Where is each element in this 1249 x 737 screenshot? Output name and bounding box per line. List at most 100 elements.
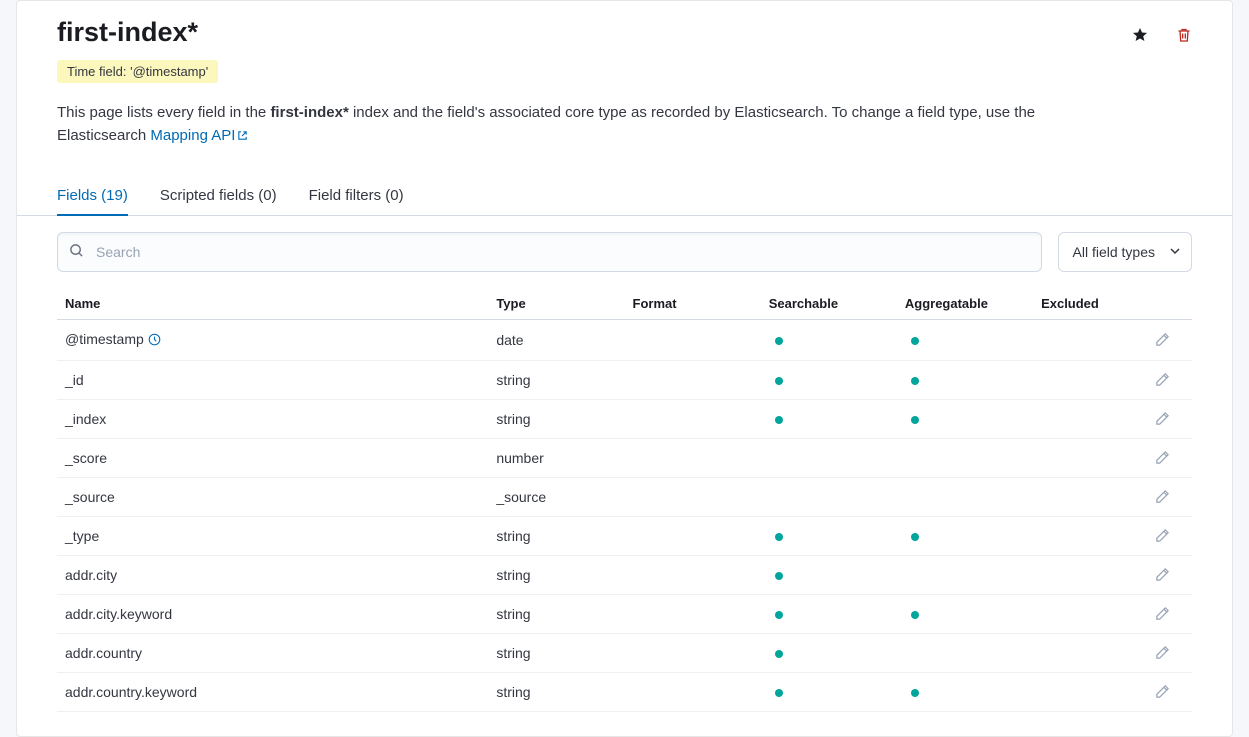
cell-aggregatable (897, 555, 1033, 594)
edit-field-button[interactable] (1155, 332, 1170, 347)
edit-field-button[interactable] (1155, 489, 1170, 504)
tabs: Fields (19) Scripted fields (0) Field filt… (17, 177, 1232, 216)
dot-icon (775, 611, 783, 619)
cell-name: addr.city (57, 555, 488, 594)
cell-searchable (761, 360, 897, 399)
cell-type: string (488, 555, 624, 594)
dot-icon (911, 377, 919, 385)
field-type-select[interactable]: All field types (1058, 232, 1192, 272)
cell-aggregatable (897, 399, 1033, 438)
time-field-badge: Time field: '@timestamp' (57, 60, 218, 83)
pencil-icon (1155, 372, 1170, 387)
col-format[interactable]: Format (625, 288, 761, 320)
cell-actions (1147, 516, 1192, 555)
pencil-icon (1155, 411, 1170, 426)
col-type[interactable]: Type (488, 288, 624, 320)
cell-type: string (488, 516, 624, 555)
table-row: _source_source (57, 477, 1192, 516)
cell-name: @timestamp (57, 319, 488, 360)
description: This page lists every field in the first… (17, 101, 1167, 149)
cell-format (625, 319, 761, 360)
table-row: _scorenumber (57, 438, 1192, 477)
pencil-icon (1155, 567, 1170, 582)
col-excluded[interactable]: Excluded (1033, 288, 1147, 320)
delete-button[interactable] (1176, 27, 1192, 43)
field-type-select-label: All field types (1073, 244, 1155, 260)
cell-searchable (761, 516, 897, 555)
cell-actions (1147, 399, 1192, 438)
edit-field-button[interactable] (1155, 372, 1170, 387)
col-name[interactable]: Name (57, 288, 488, 320)
cell-aggregatable (897, 438, 1033, 477)
cell-name: _type (57, 516, 488, 555)
edit-field-button[interactable] (1155, 411, 1170, 426)
mapping-api-link[interactable]: Mapping API (150, 127, 248, 144)
dot-icon (775, 650, 783, 658)
table-row: addr.country.keywordstring (57, 672, 1192, 711)
col-actions (1147, 288, 1192, 320)
cell-excluded (1033, 633, 1147, 672)
table-row: addr.city.keywordstring (57, 594, 1192, 633)
fields-table: Name Type Format Searchable Aggregatable… (57, 288, 1192, 712)
dot-icon (911, 337, 919, 345)
cell-aggregatable (897, 319, 1033, 360)
header-left: first-index* Time field: '@timestamp' (57, 17, 218, 101)
cell-searchable (761, 672, 897, 711)
cell-format (625, 438, 761, 477)
dot-icon (775, 337, 783, 345)
tab-0[interactable]: Fields (19) (57, 177, 128, 216)
edit-field-button[interactable] (1155, 528, 1170, 543)
cell-name: addr.city.keyword (57, 594, 488, 633)
edit-field-button[interactable] (1155, 450, 1170, 465)
cell-searchable (761, 399, 897, 438)
pencil-icon (1155, 489, 1170, 504)
search-input[interactable] (57, 232, 1042, 272)
col-searchable[interactable]: Searchable (761, 288, 897, 320)
col-aggregatable[interactable]: Aggregatable (897, 288, 1033, 320)
trash-icon (1176, 27, 1192, 43)
cell-searchable (761, 633, 897, 672)
pencil-icon (1155, 450, 1170, 465)
cell-type: string (488, 399, 624, 438)
pencil-icon (1155, 332, 1170, 347)
controls-row: All field types (17, 216, 1232, 288)
star-icon (1132, 27, 1148, 43)
tab-2[interactable]: Field filters (0) (309, 177, 404, 216)
cell-name: _score (57, 438, 488, 477)
cell-name: _id (57, 360, 488, 399)
edit-field-button[interactable] (1155, 684, 1170, 699)
cell-type: _source (488, 477, 624, 516)
cell-actions (1147, 438, 1192, 477)
external-link-icon (237, 125, 248, 148)
page-title: first-index* (57, 17, 218, 48)
cell-name: addr.country.keyword (57, 672, 488, 711)
cell-type: string (488, 594, 624, 633)
chevron-down-icon (1169, 244, 1181, 260)
cell-actions (1147, 672, 1192, 711)
cell-format (625, 672, 761, 711)
desc-index-name: first-index* (270, 104, 348, 121)
cell-aggregatable (897, 672, 1033, 711)
search-wrap (57, 232, 1042, 272)
table-row: addr.citystring (57, 555, 1192, 594)
edit-field-button[interactable] (1155, 645, 1170, 660)
cell-actions (1147, 360, 1192, 399)
cell-format (625, 477, 761, 516)
pencil-icon (1155, 645, 1170, 660)
dot-icon (775, 533, 783, 541)
cell-searchable (761, 319, 897, 360)
edit-field-button[interactable] (1155, 567, 1170, 582)
index-pattern-panel: first-index* Time field: '@timestamp' Th… (16, 0, 1233, 737)
cell-type: string (488, 360, 624, 399)
cell-excluded (1033, 399, 1147, 438)
cell-aggregatable (897, 594, 1033, 633)
dot-icon (911, 533, 919, 541)
pencil-icon (1155, 528, 1170, 543)
set-default-button[interactable] (1132, 27, 1148, 43)
tab-1[interactable]: Scripted fields (0) (160, 177, 277, 216)
cell-excluded (1033, 555, 1147, 594)
cell-type: date (488, 319, 624, 360)
dot-icon (775, 689, 783, 697)
edit-field-button[interactable] (1155, 606, 1170, 621)
cell-actions (1147, 319, 1192, 360)
